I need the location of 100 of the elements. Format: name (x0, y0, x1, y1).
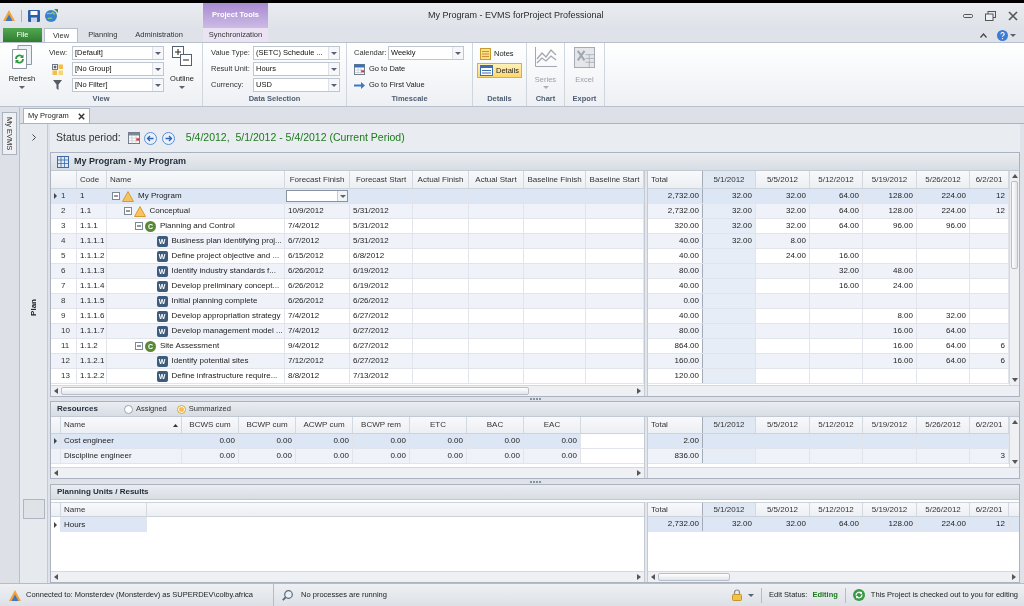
globe-icon[interactable] (45, 9, 58, 22)
scroll-left-icon[interactable] (54, 574, 58, 580)
help-icon[interactable] (997, 29, 1008, 41)
column-header[interactable]: 5/19/2012 (863, 171, 917, 188)
column-header[interactable]: Name (61, 417, 182, 433)
column-header[interactable]: ACWP cum (296, 417, 353, 433)
calendar-icon[interactable] (127, 132, 140, 144)
table-cell: 48.00 (863, 264, 917, 278)
radio-button[interactable] (176, 404, 186, 414)
table-cell: 6/26/2012 (285, 294, 350, 308)
task-name: Develop management model ... (171, 325, 283, 337)
table-cell: 1 (77, 189, 107, 203)
caret-down-icon (331, 67, 337, 71)
horizontal-scrollbar[interactable] (51, 571, 644, 582)
scrollbar-thumb[interactable] (658, 573, 730, 581)
chevron-right-icon[interactable] (31, 134, 36, 141)
caret-down-icon (455, 51, 461, 55)
column-header[interactable]: 5/5/2012 (756, 503, 810, 516)
collapse-icon[interactable] (135, 342, 143, 350)
vertical-scrollbar[interactable] (1009, 417, 1019, 467)
table-cell: 1.1.1.4 (77, 279, 107, 293)
column-header[interactable]: Forecast Finish (285, 171, 350, 188)
collapse-icon[interactable] (135, 222, 143, 230)
scroll-right-icon[interactable] (1012, 574, 1016, 580)
column-header[interactable]: 5/12/2012 (810, 171, 863, 188)
close-icon[interactable] (78, 112, 85, 120)
scroll-up-icon[interactable] (1011, 420, 1018, 424)
table-cell: 12 (970, 517, 1009, 531)
column-header[interactable]: BCWP rem (353, 417, 410, 433)
scroll-left-icon[interactable] (651, 574, 655, 580)
table-cell: 1.1.2.1 (77, 354, 107, 368)
column-header[interactable]: Actual Finish (413, 171, 469, 188)
column-header[interactable]: Name (61, 503, 147, 516)
table-cell: 0.00 (182, 449, 239, 463)
vertical-scrollbar[interactable] (1009, 171, 1019, 385)
date-dropdown[interactable] (286, 190, 348, 202)
lock-icon[interactable] (732, 589, 743, 601)
line-chart-icon (534, 47, 557, 67)
scroll-down-icon[interactable] (1011, 460, 1018, 464)
column-header[interactable]: 5/26/2012 (917, 503, 970, 516)
row-number: 9 (61, 310, 66, 322)
scroll-right-icon[interactable] (637, 574, 641, 580)
column-header[interactable]: 5/26/2012 (917, 171, 970, 188)
panel-title: Plan (27, 299, 39, 316)
chevron-up-icon[interactable] (980, 32, 987, 38)
table-cell: 64.00 (810, 204, 863, 218)
grid-icon (52, 63, 63, 75)
collapse-icon[interactable] (112, 192, 120, 200)
row-number: 8 (61, 295, 66, 307)
column-header[interactable]: 6/2/201 (970, 503, 1009, 516)
table-cell: 64.00 (917, 324, 970, 338)
app-logo-icon (9, 589, 21, 601)
arrow-right-icon[interactable] (161, 131, 175, 145)
table-cell: 16.00 (810, 249, 863, 263)
scroll-right-icon[interactable] (637, 470, 641, 476)
column-header[interactable]: Forecast Start (350, 171, 413, 188)
column-header[interactable]: BCWS cum (182, 417, 239, 433)
table-cell: 6/15/2012 (285, 249, 350, 263)
collapse-icon[interactable] (123, 207, 132, 215)
radio-button[interactable] (123, 404, 133, 414)
row-number: 13 (61, 370, 70, 382)
column-header[interactable]: 5/12/2012 (810, 503, 863, 516)
horizontal-scrollbar[interactable] (51, 467, 644, 478)
column-header[interactable]: 5/1/2012 (703, 503, 756, 516)
grip-icon[interactable] (529, 480, 541, 483)
column-header[interactable]: Baseline Finish (524, 171, 586, 188)
column-header[interactable]: Code (77, 171, 107, 188)
grid-row[interactable]: Hours (51, 517, 644, 532)
caret-down-icon (748, 593, 755, 597)
column-header[interactable]: 5/1/2012 (703, 171, 756, 188)
scroll-up-icon[interactable] (1011, 174, 1018, 178)
table-cell: Cost engineer (61, 434, 182, 448)
grid-row[interactable]: 2,732.00 32.00 32.00 64.00 128.00 224.00 12 (648, 517, 1019, 532)
task-name: Define infrastructure require... (171, 370, 278, 382)
row-pointer-icon (54, 521, 57, 528)
column-header[interactable]: Actual Start (469, 171, 524, 188)
arrow-left-icon[interactable] (143, 131, 157, 145)
scrollbar-thumb[interactable] (61, 387, 529, 395)
restore-icon[interactable] (985, 10, 996, 21)
save-icon[interactable] (28, 9, 40, 22)
column-header[interactable]: 5/19/2012 (863, 503, 917, 516)
column-header[interactable]: 5/5/2012 (756, 171, 810, 188)
close-icon[interactable] (1008, 10, 1018, 21)
column-header[interactable]: BCWP cum (239, 417, 296, 433)
row-number: 2 (61, 205, 66, 217)
scroll-down-icon[interactable] (1011, 378, 1018, 382)
table-cell: 1.1.1.2 (77, 249, 107, 263)
task-name: Develop appropriation strategy (171, 310, 281, 322)
row-number: 6 (61, 265, 66, 277)
horizontal-scrollbar[interactable] (648, 571, 1019, 582)
minimize-icon[interactable] (963, 13, 973, 18)
task-name: My Program (138, 190, 182, 202)
column-header[interactable]: Name (107, 171, 285, 188)
table-cell: 0.00 (239, 434, 296, 448)
table-cell: 2.00 (648, 434, 703, 448)
scroll-left-icon[interactable] (54, 470, 58, 476)
table-cell: 32.00 (756, 189, 810, 203)
table-cell: 0.00 (467, 449, 524, 463)
scroll-left-icon[interactable] (54, 388, 58, 394)
scrollbar-thumb[interactable] (1011, 181, 1018, 269)
